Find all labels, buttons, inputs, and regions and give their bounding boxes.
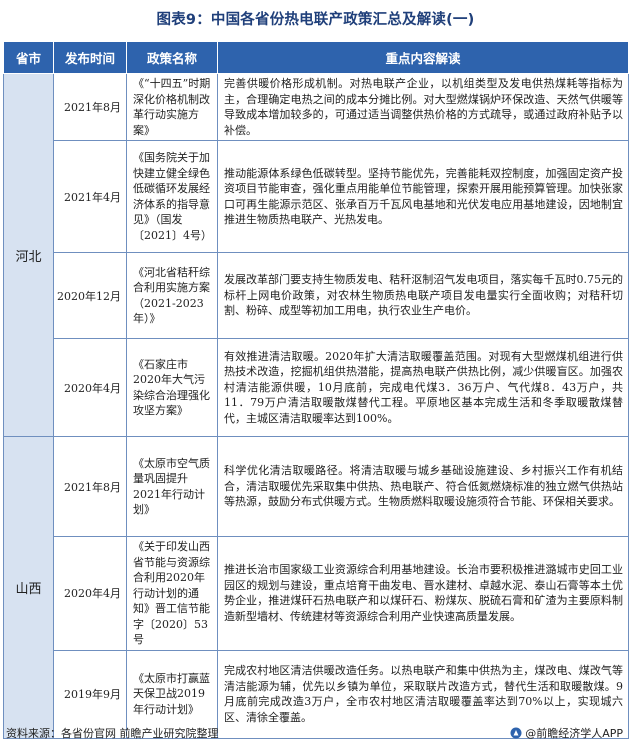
content-cell: 推进长治市国家级工业资源综合利用基地建设。长治市要积极推进潞城市史回工业园区的规… xyxy=(217,536,629,651)
page-title: 图表9：中国各省份热电联产政策汇总及解读(一) xyxy=(156,12,475,28)
source-note: 资料来源：各省份官网 前瞻产业研究院整理 xyxy=(6,727,219,740)
policy-name-cell: 《关于印发山西省节能与资源综合利用2020年行动计划的通知》晋工信节能字〔202… xyxy=(126,536,218,651)
content-cell: 有效推进清洁取暖。2020年扩大清洁取暖覆盖范围。对现有大型燃煤机组进行供热技术… xyxy=(217,338,629,437)
header-key-content: 重点内容解读 xyxy=(217,41,629,74)
header-policy-name: 政策名称 xyxy=(126,41,218,74)
header-date: 发布时间 xyxy=(53,41,127,74)
table-header-row: 省市 发布时间 政策名称 重点内容解读 xyxy=(3,41,629,74)
brand-text: @前瞻经济学人APP xyxy=(525,727,623,740)
table-row: 山西 2021年8月 《太原市空气质量巩固提升2021年行动计划》 科学优化清洁… xyxy=(3,436,629,739)
date-cell: 2020年4月 xyxy=(53,536,127,651)
content-cell: 发展改革部门要支持生物质发电、秸秆沤制沼气发电项目，落实每千瓦时0.75元的标杆… xyxy=(217,252,629,339)
table-row: 河北 2021年8月 《“十四五”时期深化价格机制改革行动实施方案》 完善供暖价… xyxy=(3,73,629,437)
table-row: 2020年4月 《关于印发山西省节能与资源综合利用2020年行动计划的通知》晋工… xyxy=(4,536,629,651)
content-cell: 科学优化清洁取暖路径。将清洁取暖与城乡基础设施建设、乡村振兴工作有机结合，清洁取… xyxy=(217,436,629,537)
date-cell: 2021年8月 xyxy=(53,436,127,537)
policy-name-cell: 《河北省秸秆综合利用实施方案（2021-2023年）》 xyxy=(126,252,218,339)
province-cell-hebei: 河北 xyxy=(3,73,54,437)
table-row: 2020年12月 《河北省秸秆综合利用实施方案（2021-2023年）》 发展改… xyxy=(4,252,629,339)
policy-name-cell: 《石家庄市2020年大气污染综合治理强化攻坚方案》 xyxy=(126,338,218,437)
header-province: 省市 xyxy=(3,41,54,74)
table-row: 2020年4月 《石家庄市2020年大气污染综合治理强化攻坚方案》 有效推进清洁… xyxy=(4,338,629,437)
content-cell: 推动能源体系绿色低碳转型。坚持节能优先，完善能耗双控制度，加强固定资产投资项目节… xyxy=(217,140,629,253)
date-cell: 2020年12月 xyxy=(53,252,127,339)
brand-credit: @前瞻经济学人APP xyxy=(510,725,623,741)
province-cell-shanxi: 山西 xyxy=(3,436,54,739)
policy-name-cell: 《国务院关于加快建立健全绿色低碳循环发展经济体系的指导意见》（国发〔2021〕4… xyxy=(126,140,218,253)
date-cell: 2021年4月 xyxy=(53,140,127,253)
table-row: 2021年4月 《国务院关于加快建立健全绿色低碳循环发展经济体系的指导意见》（国… xyxy=(4,140,629,253)
policy-table: 省市 发布时间 政策名称 重点内容解读 河北 2021年8月 《“十四五”时期深… xyxy=(3,41,629,739)
policy-name-cell: 《“十四五”时期深化价格机制改革行动实施方案》 xyxy=(126,73,218,141)
qianzhan-logo-icon xyxy=(510,727,522,739)
policy-name-cell: 《太原市空气质量巩固提升2021年行动计划》 xyxy=(126,436,218,537)
content-cell: 完善供暖价格形成机制。对热电联产企业，以机组类型及发电供热煤耗等指标为主，合理确… xyxy=(217,73,629,141)
date-cell: 2021年8月 xyxy=(53,73,127,141)
date-cell: 2020年4月 xyxy=(53,338,127,437)
